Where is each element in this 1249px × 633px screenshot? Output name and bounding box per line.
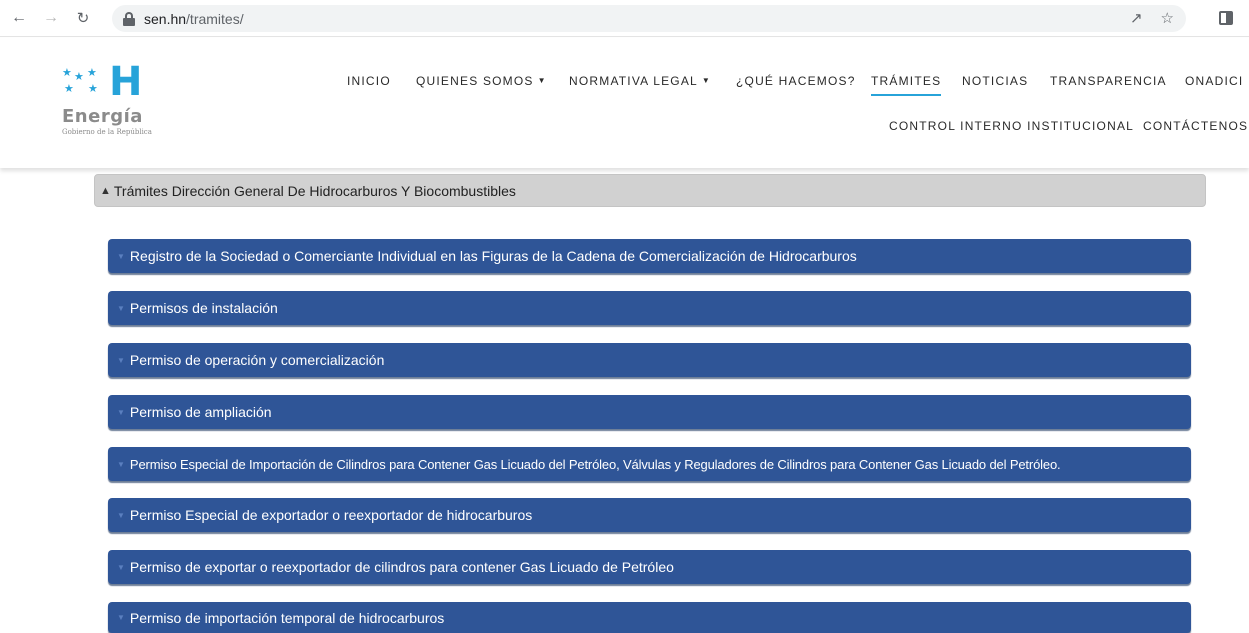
nav-label: CONTÁCTENOS bbox=[1143, 119, 1249, 133]
chevron-down-icon: ▼ bbox=[117, 613, 125, 622]
accordion-item-label: Permisos de instalación bbox=[129, 300, 278, 316]
nav-onadici[interactable]: ONADICI bbox=[1185, 74, 1243, 88]
nav-contactenos[interactable]: CONTÁCTENOS bbox=[1143, 119, 1248, 133]
nav-noticias[interactable]: NOTICIAS bbox=[962, 74, 1028, 88]
caret-down-icon: ▼ bbox=[537, 76, 547, 85]
accordion-item-label: Permiso de ampliación bbox=[129, 404, 272, 420]
nav-tramites[interactable]: TRÁMITES bbox=[871, 74, 942, 96]
share-icon[interactable]: ↗ bbox=[1130, 9, 1143, 27]
main-nav-row-1: INICIO QUIENES SOMOS ▼ NORMATIVA LEGAL ▼ ¿… bbox=[0, 74, 1249, 98]
caret-down-icon: ▼ bbox=[701, 76, 712, 85]
lock-icon[interactable] bbox=[123, 11, 135, 26]
chevron-down-icon: ▼ bbox=[117, 562, 125, 572]
chevron-down-icon: ▼ bbox=[117, 251, 125, 261]
url-path: /tramites/ bbox=[186, 10, 244, 27]
browser-toolbar: ← → ↻ sen.hn/tramites/ ↗ ☆ bbox=[0, 0, 1249, 37]
nav-inicio[interactable]: INICIO bbox=[347, 74, 391, 88]
main-nav-row-2: CONTROL INTERNO INSTITUCIONAL CONTÁCTENO… bbox=[0, 119, 1249, 143]
reload-icon[interactable]: ↻ bbox=[72, 7, 94, 29]
address-bar[interactable]: sen.hn/tramites/ ↗ ☆ bbox=[112, 5, 1186, 32]
nav-label: TRANSPARENCIA bbox=[1050, 74, 1167, 88]
accordion-item-label: Permiso de exportar o reexportador de ci… bbox=[129, 559, 674, 575]
accordion-item[interactable]: ▼ Registro de la Sociedad o Comerciante … bbox=[108, 239, 1191, 273]
site-header: ★ ★ ★ ★ ★ H Energía Gobierno de la Repúb… bbox=[0, 38, 1249, 168]
nav-label: CONTROL INTERNO INSTITUCIONAL bbox=[889, 119, 1135, 133]
nav-label: ¿QUÉ HACEMOS? bbox=[736, 74, 856, 88]
nav-label: TRÁMITES bbox=[871, 74, 942, 88]
accordion-item-label: Permiso Especial de exportador o reexpor… bbox=[129, 507, 533, 523]
nav-control-interno[interactable]: CONTROL INTERNO INSTITUCIONAL bbox=[889, 119, 1134, 133]
forward-arrow-icon[interactable]: → bbox=[40, 7, 62, 29]
bookmark-star-icon[interactable]: ☆ bbox=[1161, 9, 1174, 27]
section-accordion-header[interactable]: ▲ Trámites Dirección General De Hidrocar… bbox=[94, 174, 1206, 207]
back-arrow-icon[interactable]: ← bbox=[8, 7, 30, 29]
chevron-down-icon: ▼ bbox=[117, 303, 125, 313]
nav-normativa-legal[interactable]: NORMATIVA LEGAL ▼ bbox=[569, 74, 711, 88]
nav-label: ONADICI bbox=[1185, 74, 1244, 88]
side-panel-icon[interactable] bbox=[1219, 11, 1233, 25]
accordion-item[interactable]: ▼ Permiso de ampliación bbox=[108, 395, 1191, 429]
accordion-item[interactable]: ▼ Permisos de instalación bbox=[108, 291, 1191, 325]
accordion-item[interactable]: ▼ Permiso de exportar o reexportador de … bbox=[108, 550, 1191, 584]
accordion-item-label: Permiso de importación temporal de hidro… bbox=[129, 609, 445, 626]
nav-label: QUIENES SOMOS bbox=[416, 74, 534, 88]
nav-label: NORMATIVA LEGAL bbox=[569, 74, 698, 88]
section-title: Trámites Dirección General De Hidrocarbu… bbox=[113, 182, 516, 199]
nav-label: NOTICIAS bbox=[962, 74, 1029, 88]
chevron-up-icon: ▲ bbox=[100, 184, 111, 197]
chevron-down-icon: ▼ bbox=[117, 510, 125, 520]
url-text[interactable]: sen.hn/tramites/ bbox=[144, 11, 244, 27]
chevron-down-icon: ▼ bbox=[117, 407, 125, 417]
accordion-item[interactable]: ▼ Permiso de importación temporal de hid… bbox=[108, 602, 1191, 633]
accordion-item[interactable]: ▼ Permiso Especial de Importación de Cil… bbox=[108, 447, 1191, 481]
accordion-item-label: Registro de la Sociedad o Comerciante In… bbox=[129, 248, 857, 264]
nav-transparencia[interactable]: TRANSPARENCIA bbox=[1050, 74, 1167, 88]
nav-label: INICIO bbox=[347, 74, 391, 88]
nav-que-hacemos[interactable]: ¿QUÉ HACEMOS? bbox=[736, 74, 856, 88]
nav-quienes-somos[interactable]: QUIENES SOMOS ▼ bbox=[416, 74, 547, 88]
accordion-item[interactable]: ▼ Permiso de operación y comercializació… bbox=[108, 343, 1191, 377]
url-host: sen.hn bbox=[144, 10, 187, 27]
accordion-item-label: Permiso Especial de Importación de Cilin… bbox=[129, 456, 1061, 472]
accordion-item[interactable]: ▼ Permiso Especial de exportador o reexp… bbox=[108, 498, 1191, 532]
accordion-item-label: Permiso de operación y comercialización bbox=[129, 352, 385, 368]
chevron-down-icon: ▼ bbox=[117, 355, 125, 365]
chevron-down-icon: ▼ bbox=[117, 459, 125, 469]
